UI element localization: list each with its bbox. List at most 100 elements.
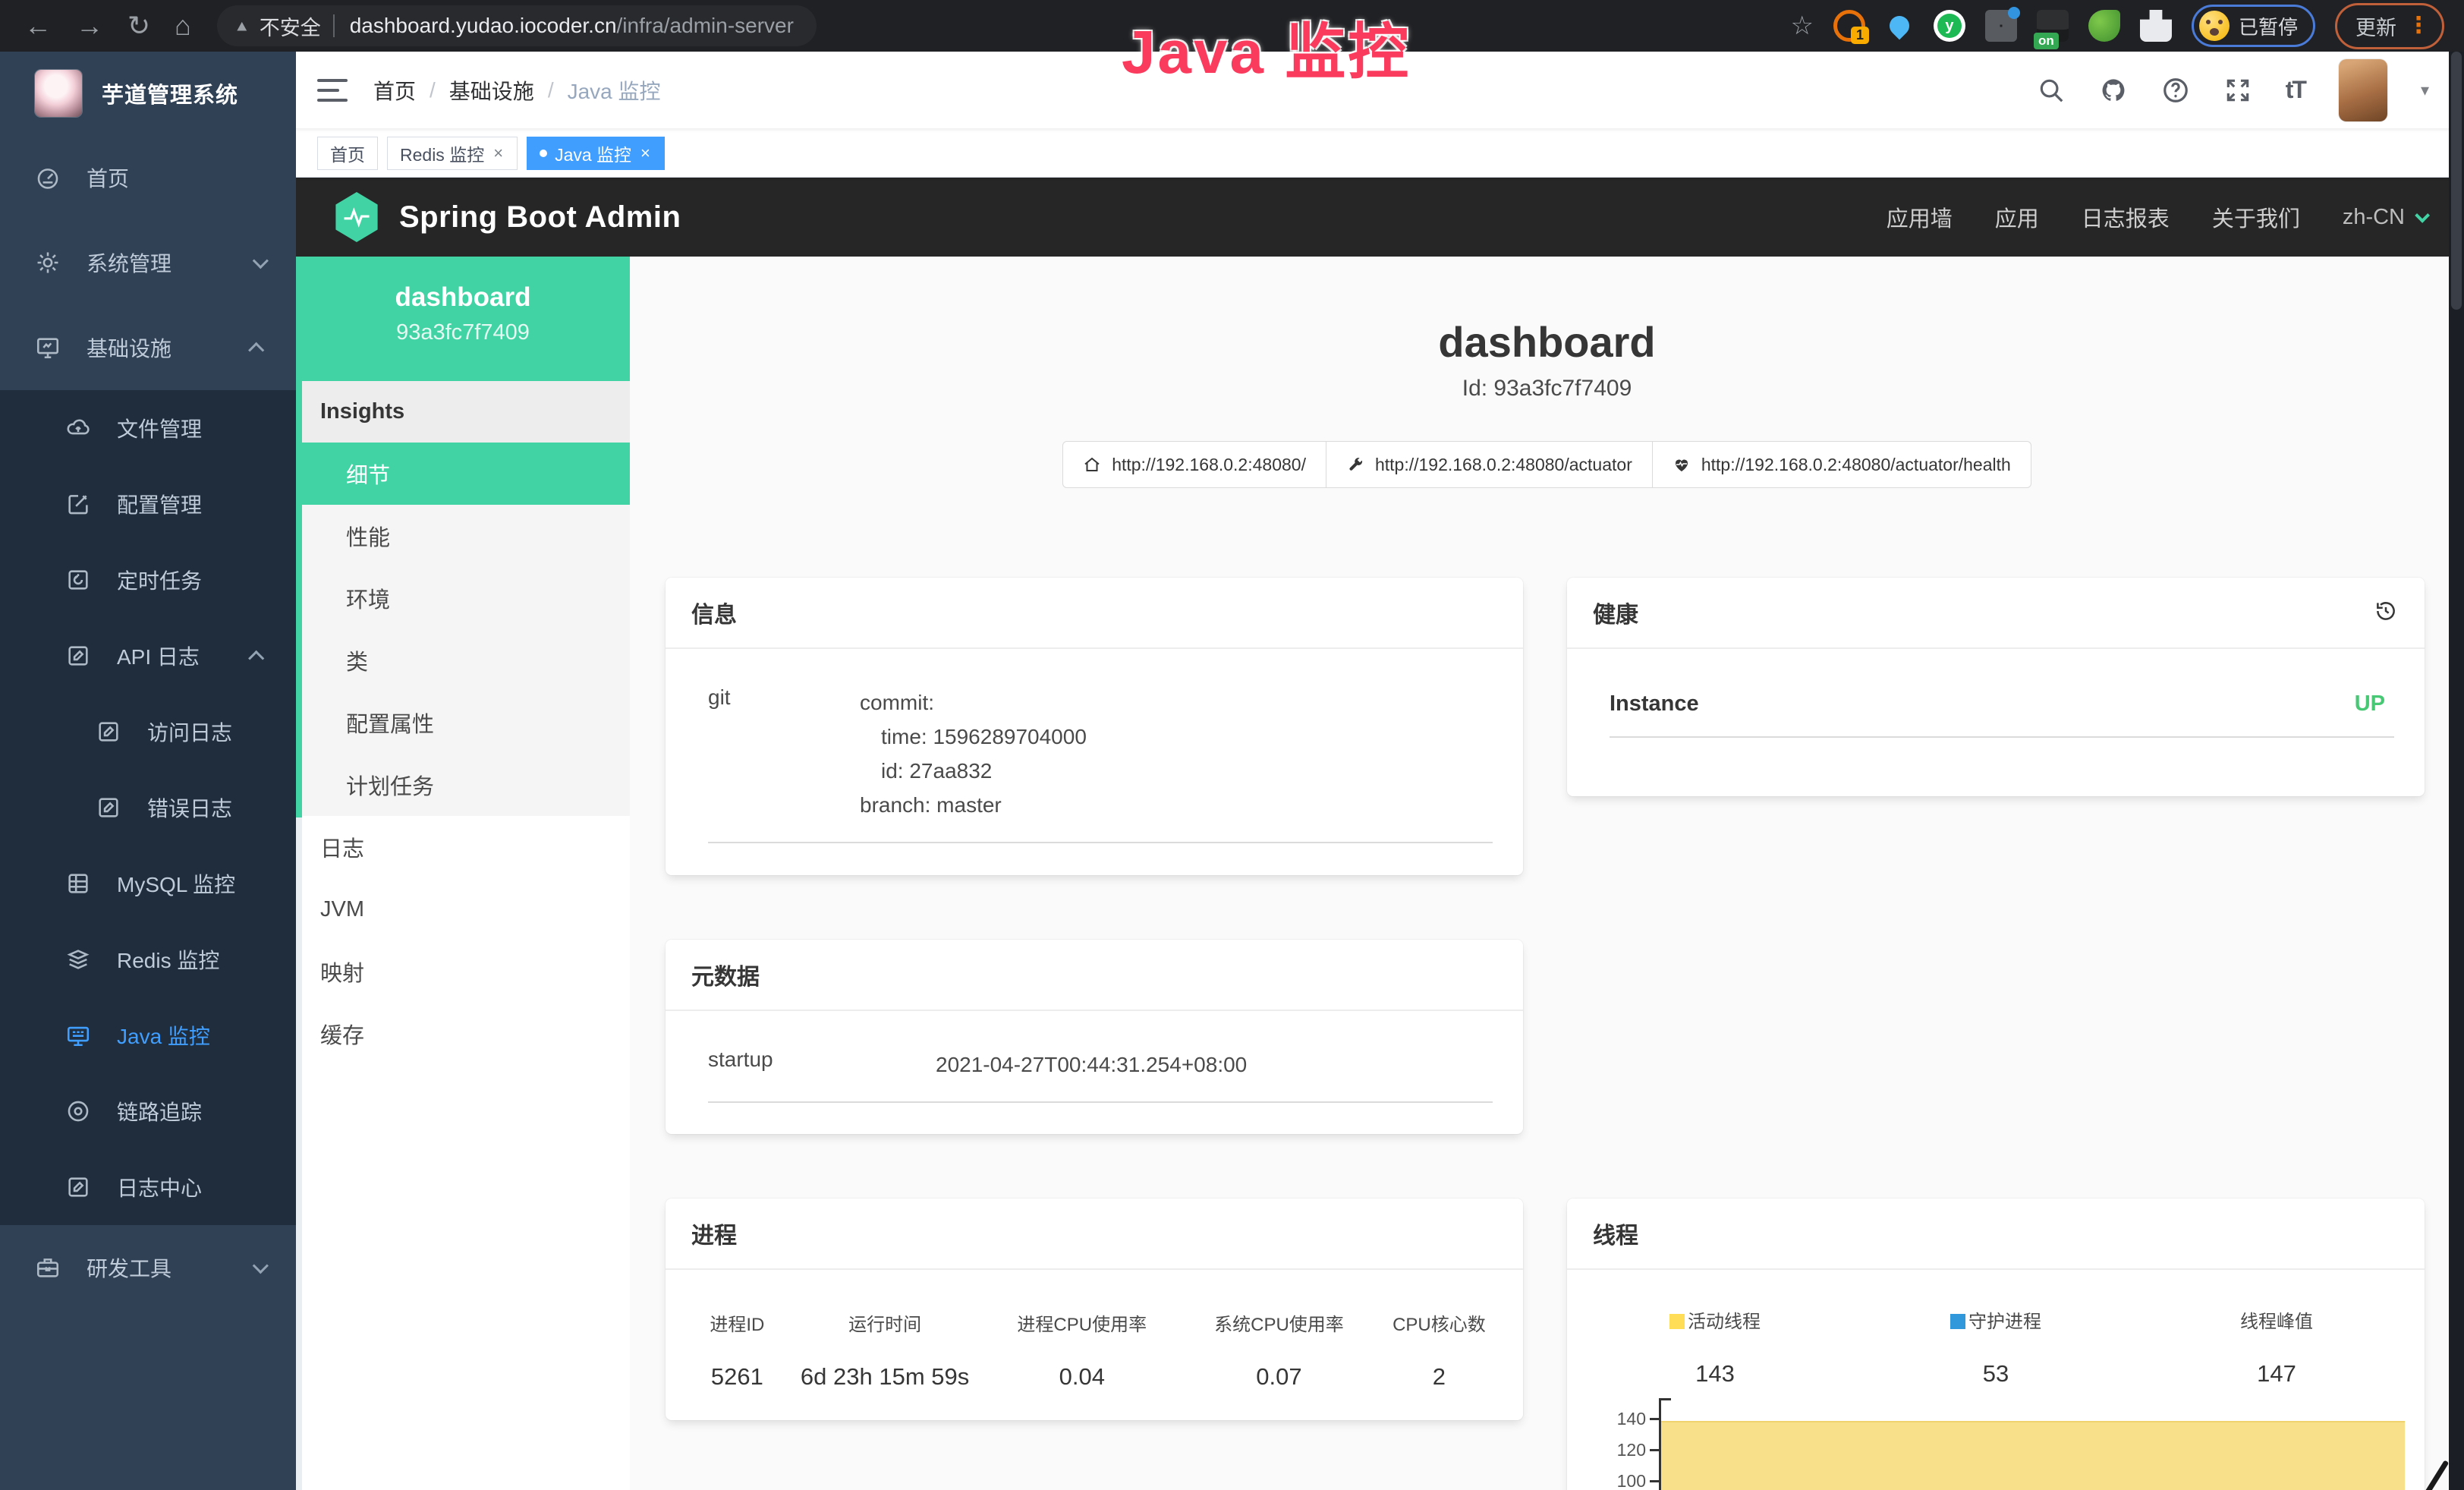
sidebar-item-mysql-monitor[interactable]: MySQL 监控: [0, 846, 296, 921]
active-tag-dot: [540, 150, 547, 157]
sba-menu-caches[interactable]: 缓存: [296, 1003, 630, 1065]
user-avatar[interactable]: [2339, 59, 2387, 121]
extension-switch-icon[interactable]: on: [2037, 10, 2069, 42]
sba-nav-about[interactable]: 关于我们: [2212, 201, 2300, 233]
sba-links: 应用墙 应用 日志报表 关于我们 zh-CN: [1887, 201, 2426, 233]
main-area: 首页 / 基础设施 / Java 监控 tT ▾ 首页 Redis 监控× Ja…: [296, 52, 2464, 1490]
sidebar-item-dev-tools[interactable]: 研发工具: [0, 1225, 296, 1310]
sba-nav-wallboard[interactable]: 应用墙: [1887, 201, 1953, 233]
browser-scrollbar[interactable]: [2449, 52, 2464, 1490]
back-icon[interactable]: ←: [24, 12, 52, 39]
sba-menu-section-insights[interactable]: Insights: [296, 381, 630, 443]
profile-paused-chip[interactable]: 已暂停: [2192, 5, 2315, 47]
tag-redis-monitor[interactable]: Redis 监控×: [387, 137, 518, 170]
sidebar-item-access-logs[interactable]: 访问日志: [0, 694, 296, 770]
sidebar-item-java-monitor[interactable]: Java 监控: [0, 997, 296, 1073]
tag-label: Java 监控: [555, 140, 631, 166]
extension-orange-icon[interactable]: 1: [1833, 10, 1865, 42]
browser-menu-icon[interactable]: ⋮: [2407, 14, 2430, 37]
tag-home[interactable]: 首页: [317, 137, 378, 170]
sba-menu-details[interactable]: 细节: [296, 443, 630, 505]
sba-nav-journal[interactable]: 日志报表: [2082, 201, 2170, 233]
sba-brand[interactable]: Spring Boot Admin: [334, 192, 681, 242]
service-url-button[interactable]: http://192.168.0.2:48080/: [1062, 441, 1326, 488]
process-stats-row: 进程ID5261 运行时间6d 23h 15m 59s 进程CPU使用率0.04…: [666, 1270, 1523, 1391]
health-url-button[interactable]: http://192.168.0.2:48080/actuator/health: [1652, 441, 2031, 488]
gauge-icon: [33, 163, 62, 192]
sba-menu-scheduled-tasks[interactable]: 计划任务: [296, 754, 630, 816]
sba-menu-mappings[interactable]: 映射: [296, 940, 630, 1003]
sidebar-item-config-management[interactable]: 配置管理: [0, 466, 296, 542]
sba-nav-applications[interactable]: 应用: [1995, 201, 2039, 233]
close-icon[interactable]: ×: [639, 143, 652, 163]
extension-pin-icon[interactable]: [1886, 12, 1914, 40]
sba-menu-jvm[interactable]: JVM: [296, 878, 630, 940]
forward-icon[interactable]: →: [76, 12, 103, 39]
actuator-url-button[interactable]: http://192.168.0.2:48080/actuator: [1326, 441, 1653, 488]
app-logo-row[interactable]: 芋道管理系统: [0, 52, 296, 135]
sidebar-item-home[interactable]: 首页: [0, 135, 296, 220]
instance-header[interactable]: dashboard 93a3fc7f7409: [296, 257, 630, 381]
note-edit-icon: [94, 717, 123, 746]
scrollbar-thumb[interactable]: [2451, 52, 2462, 310]
sidebar-item-system[interactable]: 系统管理: [0, 220, 296, 305]
breadcrumb-home[interactable]: 首页: [373, 75, 416, 106]
paused-label: 已暂停: [2239, 12, 2298, 40]
bookmark-star-icon[interactable]: ☆: [1791, 13, 1814, 39]
health-status-badge: UP: [2355, 691, 2385, 717]
locale-selector[interactable]: zh-CN: [2343, 205, 2426, 230]
sidebar-item-label: 配置管理: [117, 489, 202, 519]
sba-menu-environment[interactable]: 环境: [296, 567, 630, 629]
header-actions: tT ▾: [2037, 59, 2429, 121]
infrastructure-submenu: 文件管理 配置管理 定时任务 API 日志 访问日志 错误日志: [0, 390, 296, 1225]
font-size-icon[interactable]: tT: [2286, 76, 2305, 104]
avatar-caret-icon[interactable]: ▾: [2421, 80, 2429, 100]
sidebar-item-infrastructure[interactable]: 基础设施: [0, 305, 296, 390]
sidebar-item-error-logs[interactable]: 错误日志: [0, 770, 296, 846]
home-icon[interactable]: ⌂: [175, 12, 191, 39]
sidebar-item-redis-monitor[interactable]: Redis 监控: [0, 921, 296, 997]
extension-leaf-icon[interactable]: [2088, 10, 2120, 42]
fullscreen-icon[interactable]: [2223, 76, 2252, 105]
sidebar-item-api-logs[interactable]: API 日志: [0, 618, 296, 694]
search-icon[interactable]: [2037, 76, 2066, 105]
gear-icon: [33, 248, 62, 277]
sba-menu-logs[interactable]: 日志: [296, 816, 630, 878]
sba-menu-config-props[interactable]: 配置属性: [296, 691, 630, 754]
tags-bar: 首页 Redis 监控× Java 监控 ×: [296, 129, 2464, 178]
extensions-puzzle-icon[interactable]: [2140, 10, 2172, 42]
extension-grid-icon[interactable]: [1985, 10, 2017, 42]
tag-java-monitor[interactable]: Java 监控 ×: [527, 137, 665, 170]
url-host: dashboard.yudao.iocoder.cn: [350, 14, 617, 38]
github-icon[interactable]: [2099, 76, 2128, 105]
sidebar-scroll-track[interactable]: [296, 817, 302, 1490]
stat-value: 147: [2136, 1360, 2417, 1388]
sidebar-item-log-center[interactable]: 日志中心: [0, 1149, 296, 1225]
browser-update-button[interactable]: 更新 ⋮: [2335, 3, 2444, 49]
sidebar-item-tracing[interactable]: 链路追踪: [0, 1073, 296, 1149]
monitor-icon: [33, 333, 62, 362]
desktop-icon: [64, 1021, 93, 1050]
extension-y-letter: y: [1937, 14, 1962, 38]
sidebar-item-file-management[interactable]: 文件管理: [0, 390, 296, 466]
chevron-up-icon: [248, 650, 264, 666]
service-url: http://192.168.0.2:48080/: [1112, 455, 1306, 475]
tick-mark: [1650, 1449, 1659, 1451]
close-icon[interactable]: ×: [492, 143, 505, 163]
sba-instance-sidebar: dashboard 93a3fc7f7409 Insights 细节 性能 环境…: [296, 257, 630, 1490]
address-bar[interactable]: ▲ 不安全 dashboard.yudao.iocoder.cn/infra/a…: [217, 5, 817, 46]
active-group-indicator: [296, 257, 302, 817]
help-icon[interactable]: [2161, 76, 2190, 105]
sidebar-toggle[interactable]: [317, 79, 348, 102]
sidebar-item-scheduled-jobs[interactable]: 定时任务: [0, 542, 296, 618]
row-divider: [1610, 736, 2394, 738]
info-key: git: [708, 685, 860, 822]
sba-menu-metrics[interactable]: 性能: [296, 505, 630, 567]
reload-icon[interactable]: ↻: [127, 12, 150, 39]
threads-card: 线程 活动线程143 守护进程53 线程峰值147 140 120 100: [1567, 1199, 2425, 1490]
extension-y-icon[interactable]: y: [1934, 10, 1965, 42]
sba-menu-classes[interactable]: 类: [296, 629, 630, 691]
instance-url-group: http://192.168.0.2:48080/ http://192.168…: [630, 441, 2464, 488]
breadcrumb-infrastructure[interactable]: 基础设施: [449, 75, 534, 106]
history-icon[interactable]: [2373, 598, 2399, 628]
